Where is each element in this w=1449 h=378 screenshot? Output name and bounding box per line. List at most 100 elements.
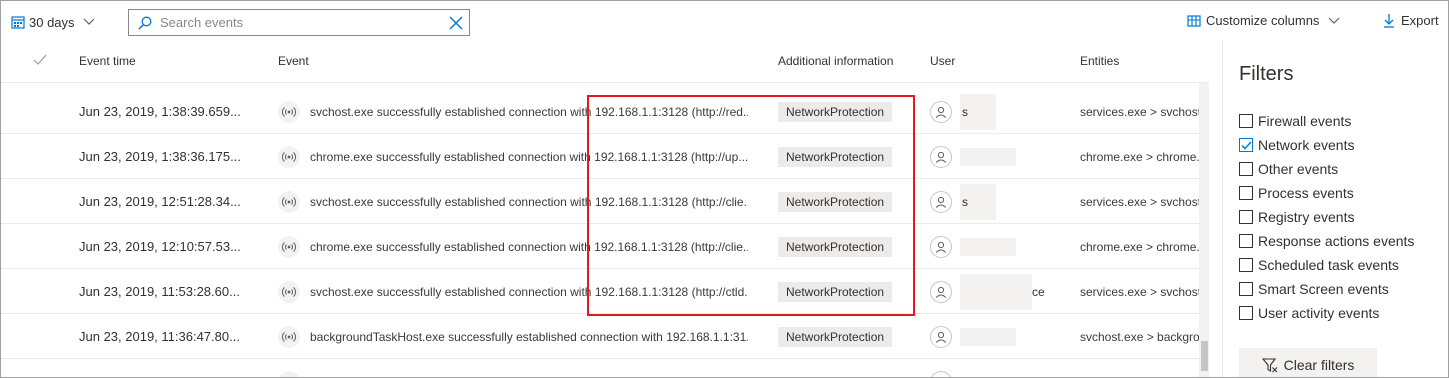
table-row[interactable]: Jun 23, 2019, 1:38:36.175... chrome.exe … — [1, 134, 1209, 179]
additional-info-cell: NetworkProtection — [778, 89, 898, 134]
filter-response-actions-events[interactable]: Response actions events — [1239, 229, 1414, 253]
checkbox[interactable] — [1239, 234, 1253, 248]
filter-label: Scheduled task events — [1258, 257, 1399, 273]
columns-icon — [1187, 14, 1201, 27]
redacted-user-name — [960, 327, 1016, 346]
download-icon — [1384, 14, 1394, 28]
network-protection-badge: NetworkProtection — [778, 326, 893, 347]
checkbox[interactable] — [1239, 306, 1253, 320]
column-header-event-time[interactable]: Event time — [79, 54, 136, 68]
date-range-dropdown[interactable]: 30 days — [11, 12, 99, 32]
redacted-user-name — [960, 237, 1016, 256]
network-protection-badge: NetworkProtection — [778, 146, 893, 167]
search-box[interactable] — [128, 9, 470, 36]
clear-filters-button[interactable]: Clear filters — [1239, 348, 1377, 377]
customize-columns-button[interactable]: Customize columns — [1187, 13, 1340, 28]
filter-label: Smart Screen events — [1258, 281, 1389, 297]
filter-other-events[interactable]: Other events — [1239, 157, 1414, 181]
select-all-checkmark-icon[interactable] — [33, 54, 47, 69]
checkbox-checked[interactable] — [1239, 138, 1253, 152]
event-cell: svchost.exe successfully established con… — [278, 179, 748, 224]
entities-cell: chrome.exe > chrome.exe — [1080, 149, 1202, 164]
table-row[interactable] — [1, 359, 1209, 377]
additional-info-cell: NetworkProtection — [778, 134, 898, 179]
checkbox[interactable] — [1239, 282, 1253, 296]
filter-smart-screen-events[interactable]: Smart Screen events — [1239, 277, 1414, 301]
filter-label: Network events — [1258, 137, 1355, 153]
checkbox[interactable] — [1239, 114, 1253, 128]
checkbox[interactable] — [1239, 210, 1253, 224]
additional-info-cell: NetworkProtection — [778, 269, 898, 314]
user-cell: ce — [930, 269, 1050, 314]
filter-label: Firewall events — [1258, 113, 1352, 129]
filter-network-events[interactable]: Network events — [1239, 133, 1414, 157]
column-header-user[interactable]: User — [930, 54, 955, 68]
filter-label: Other events — [1258, 161, 1339, 177]
table-row[interactable]: Jun 23, 2019, 12:10:57.53... chrome.exe … — [1, 224, 1209, 269]
event-cell: chrome.exe successfully established conn… — [278, 134, 748, 179]
filter-label: Registry events — [1258, 209, 1355, 225]
network-icon — [278, 235, 300, 258]
table-header: Event time Event Additional information … — [1, 41, 1209, 83]
user-name: s — [962, 104, 968, 119]
event-time: Jun 23, 2019, 1:38:36.175... — [79, 149, 241, 164]
event-description: chrome.exe successfully established conn… — [310, 239, 748, 254]
table-row[interactable]: Jun 23, 2019, 1:38:39.659... svchost.exe… — [1, 89, 1209, 134]
user-avatar-icon — [930, 235, 952, 258]
clear-search-icon[interactable] — [449, 16, 463, 30]
filter-list: Firewall events Network events Other eve… — [1239, 109, 1414, 325]
export-button[interactable]: Export — [1383, 13, 1439, 28]
additional-info-cell: NetworkProtection — [778, 179, 898, 224]
network-icon — [278, 325, 300, 348]
filters-title: Filters — [1239, 63, 1294, 85]
clear-filter-icon — [1261, 357, 1277, 372]
network-icon — [278, 100, 300, 123]
checkbox[interactable] — [1239, 258, 1253, 272]
table-row[interactable]: Jun 23, 2019, 11:36:47.80... backgroundT… — [1, 314, 1209, 359]
filter-firewall-events[interactable]: Firewall events — [1239, 109, 1414, 133]
events-timeline-window: 30 days Customize columns Export — [0, 0, 1449, 378]
search-input[interactable] — [160, 15, 440, 30]
network-protection-badge: NetworkProtection — [778, 281, 893, 302]
filter-registry-events[interactable]: Registry events — [1239, 205, 1414, 229]
user-avatar-icon — [930, 280, 952, 303]
event-cell: backgroundTaskHost.exe successfully esta… — [278, 314, 748, 359]
event-description: backgroundTaskHost.exe successfully esta… — [310, 329, 748, 344]
user-name: ce — [1032, 284, 1045, 299]
network-icon — [278, 190, 300, 213]
event-description: svchost.exe successfully established con… — [310, 194, 748, 209]
event-time: Jun 23, 2019, 11:53:28.60... — [79, 284, 240, 299]
table-scrollbar-thumb[interactable] — [1201, 341, 1208, 371]
network-icon — [278, 371, 300, 377]
filter-process-events[interactable]: Process events — [1239, 181, 1414, 205]
redacted-user-name — [960, 273, 1032, 310]
filter-user-activity-events[interactable]: User activity events — [1239, 301, 1414, 325]
user-avatar-icon — [930, 325, 952, 348]
column-header-additional-information[interactable]: Additional information — [778, 54, 893, 68]
table-row[interactable]: Jun 23, 2019, 12:51:28.34... svchost.exe… — [1, 179, 1209, 224]
chevron-down-icon — [1329, 17, 1340, 24]
entities-cell: svchost.exe > backgroundT — [1080, 329, 1202, 344]
user-avatar-icon — [930, 371, 952, 377]
filter-scheduled-task-events[interactable]: Scheduled task events — [1239, 253, 1414, 277]
event-time: Jun 23, 2019, 12:10:57.53... — [79, 239, 241, 254]
event-time: Jun 23, 2019, 12:51:28.34... — [79, 194, 241, 209]
chevron-down-icon — [83, 18, 94, 25]
column-header-event[interactable]: Event — [278, 54, 309, 68]
checkbox[interactable] — [1239, 186, 1253, 200]
network-protection-badge: NetworkProtection — [778, 101, 893, 122]
user-cell — [930, 314, 1050, 359]
checkmark-icon — [1240, 140, 1252, 150]
network-protection-badge: NetworkProtection — [778, 236, 893, 257]
table-scrollbar[interactable] — [1199, 83, 1209, 377]
entities-cell: chrome.exe > chrome.exe — [1080, 239, 1202, 254]
user-avatar-icon — [930, 145, 952, 168]
event-description: svchost.exe successfully established con… — [310, 104, 748, 119]
user-avatar-icon — [930, 100, 952, 123]
table-row[interactable]: Jun 23, 2019, 11:53:28.60... svchost.exe… — [1, 269, 1209, 314]
events-table: Event time Event Additional information … — [1, 41, 1209, 377]
column-header-entities[interactable]: Entities — [1080, 54, 1119, 68]
checkbox[interactable] — [1239, 162, 1253, 176]
network-protection-badge: NetworkProtection — [778, 191, 893, 212]
entities-cell: services.exe > svchost.exe — [1080, 284, 1202, 299]
